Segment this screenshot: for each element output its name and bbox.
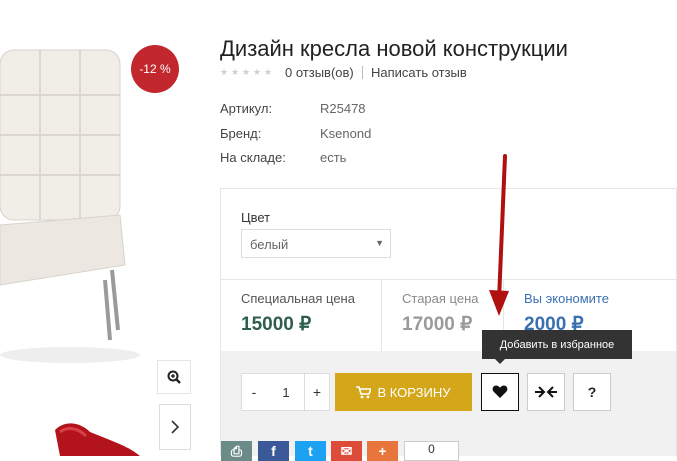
add-to-cart-label: В КОРЗИНУ <box>377 384 451 400</box>
shopping-cart-icon <box>356 385 372 398</box>
special-price-value: 15000 ₽ <box>241 314 312 335</box>
compare-icon <box>535 386 557 398</box>
add-to-cart-button[interactable]: В КОРЗИНУ <box>335 373 472 411</box>
ask-question-button[interactable]: ? <box>573 373 611 411</box>
brand-value[interactable]: Ksenond <box>320 126 371 141</box>
rating-stars: ★ ★ ★ ★ ★ <box>220 67 274 77</box>
sku-value: R25478 <box>320 101 366 116</box>
star-icon: ★ <box>242 67 251 77</box>
sku-label: Артикул: <box>220 101 273 116</box>
star-icon: ★ <box>231 67 240 77</box>
gmail-icon: ✉ <box>340 443 353 459</box>
write-review-link[interactable]: Написать отзыв <box>371 65 467 80</box>
stock-label: На складе: <box>220 150 286 165</box>
savings-label: Вы экономите <box>524 291 609 306</box>
zoom-button[interactable] <box>157 360 191 394</box>
stock-value: есть <box>320 150 347 165</box>
more-share-button[interactable]: + <box>367 441 398 461</box>
magnifier-plus-icon <box>167 370 181 384</box>
facebook-icon: f <box>271 443 276 459</box>
discount-badge: -12 % <box>131 45 179 93</box>
divider <box>381 280 382 351</box>
compare-button[interactable] <box>527 373 565 411</box>
reviews-link[interactable]: 0 отзыв(ов) <box>285 65 354 80</box>
special-price-label: Специальная цена <box>241 291 355 306</box>
print-button[interactable]: ⎙ <box>221 441 252 461</box>
thumbnail-image[interactable] <box>40 410 150 456</box>
quantity-decrease-button[interactable]: - <box>241 373 267 411</box>
chevron-right-icon <box>171 420 180 434</box>
share-count: 0 <box>404 441 459 461</box>
divider <box>221 279 676 280</box>
tooltip: Добавить в избранное <box>482 330 632 359</box>
facebook-share-button[interactable]: f <box>258 441 289 461</box>
old-price-value: 17000 ₽ <box>402 314 473 335</box>
quantity-increase-button[interactable]: + <box>304 373 330 411</box>
print-icon: ⎙ <box>230 443 243 459</box>
color-select[interactable]: белый ▼ <box>241 229 391 258</box>
plus-icon: + <box>378 443 387 459</box>
quantity-input[interactable]: 1 <box>266 373 306 411</box>
heart-icon <box>492 385 508 398</box>
old-price-label: Старая цена <box>402 291 479 306</box>
tooltip-arrow <box>495 359 505 364</box>
product-title: Дизайн кресла новой конструкции <box>220 36 568 61</box>
color-select-value: белый <box>250 237 289 252</box>
star-icon: ★ <box>264 67 273 77</box>
product-image[interactable] <box>0 40 140 370</box>
color-label: Цвет <box>241 210 271 225</box>
star-icon: ★ <box>220 67 229 77</box>
caret-down-icon: ▼ <box>375 238 384 248</box>
divider <box>362 66 363 79</box>
next-image-button[interactable] <box>159 404 191 450</box>
twitter-icon: t <box>308 443 313 459</box>
twitter-share-button[interactable]: t <box>295 441 326 461</box>
gmail-share-button[interactable]: ✉ <box>331 441 362 461</box>
add-to-wishlist-button[interactable] <box>481 373 519 411</box>
star-icon: ★ <box>253 67 262 77</box>
brand-label: Бренд: <box>220 126 262 141</box>
annotation-arrow <box>489 154 509 316</box>
